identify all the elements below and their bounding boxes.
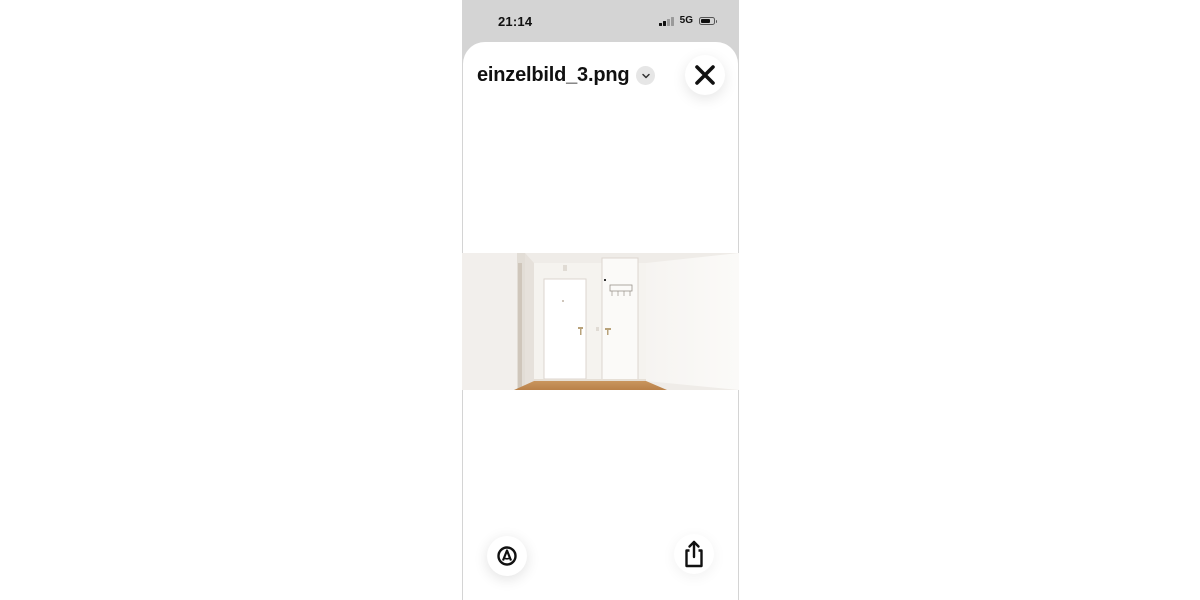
network-label: 5G [679,15,693,26]
phone-screen: 21:14 5G einzelbild_3.png [462,0,739,600]
title-menu-button[interactable] [636,66,656,85]
image-preview [462,253,739,390]
markup-button[interactable] [487,536,527,576]
status-bar: 21:14 5G [462,0,739,42]
file-title[interactable]: einzelbild_3.png [477,64,630,87]
status-time: 21:14 [498,14,533,29]
chevron-down-icon [642,73,650,78]
markup-icon [497,546,517,566]
share-button[interactable] [674,534,714,574]
close-button[interactable] [685,55,725,95]
battery-level [701,18,710,23]
close-icon [695,65,715,85]
status-indicators: 5G [659,15,717,26]
hallway-photo [462,253,739,390]
share-icon [685,540,703,568]
signal-icon [659,16,674,26]
title-row: einzelbild_3.png [477,64,656,87]
battery-icon [699,16,717,25]
